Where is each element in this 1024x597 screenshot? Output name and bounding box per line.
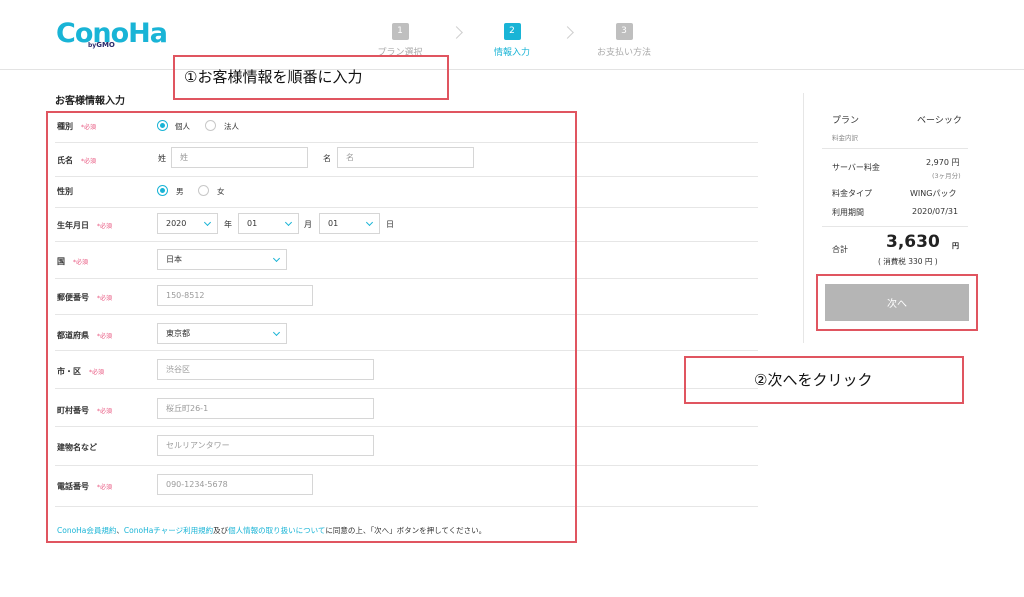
page-header: ConoHa byGMO 1 プラン選択 2 情報入力 3 お支払い方法 bbox=[0, 0, 1024, 70]
annotation-step1-text: ①お客様情報を順番に入力 bbox=[184, 68, 363, 86]
server-fee-note: (3ヶ月分) bbox=[932, 172, 961, 180]
annotation-box-next bbox=[816, 274, 978, 331]
tax-note: ( 消費税 330 円 ) bbox=[878, 257, 938, 266]
total-unit: 円 bbox=[952, 242, 959, 250]
step-label: お支払い方法 bbox=[596, 48, 651, 58]
server-fee-value: 2,970 円 bbox=[926, 158, 960, 167]
annotation-box-form bbox=[46, 111, 577, 543]
step-info-input: 2 情報入力 bbox=[472, 18, 552, 58]
breakdown-label: 料金内訳 bbox=[832, 134, 858, 142]
annotation-step2-text: ②次へをクリック bbox=[754, 371, 873, 389]
summary-divider bbox=[822, 148, 968, 149]
gmo-logo-text: byGMO bbox=[88, 41, 115, 49]
period-label: 利用期間 bbox=[832, 208, 864, 217]
server-fee-label: サーバー料金 bbox=[832, 163, 880, 172]
sidebar-divider bbox=[803, 93, 804, 343]
summary-divider bbox=[822, 226, 968, 227]
step-number: 3 bbox=[615, 23, 633, 40]
step-label: 情報入力 bbox=[493, 48, 530, 58]
plan-label: プラン bbox=[832, 116, 860, 126]
chevron-right-icon bbox=[450, 26, 463, 39]
step-number: 1 bbox=[391, 23, 409, 40]
total-amount: 3,630 bbox=[886, 232, 940, 252]
step-payment-method: 3 お支払い方法 bbox=[584, 18, 664, 58]
fee-type-label: 料金タイプ bbox=[832, 189, 872, 198]
chevron-right-icon bbox=[561, 26, 574, 39]
plan-value: ベーシック bbox=[917, 116, 962, 126]
step-plan-select: 1 プラン選択 bbox=[360, 18, 440, 58]
fee-type-value: WINGパック bbox=[910, 189, 957, 198]
period-value: 2020/07/31 bbox=[912, 207, 959, 216]
total-label: 合計 bbox=[832, 245, 848, 254]
step-number: 2 bbox=[503, 23, 521, 40]
form-title: お客様情報入力 bbox=[55, 96, 125, 107]
